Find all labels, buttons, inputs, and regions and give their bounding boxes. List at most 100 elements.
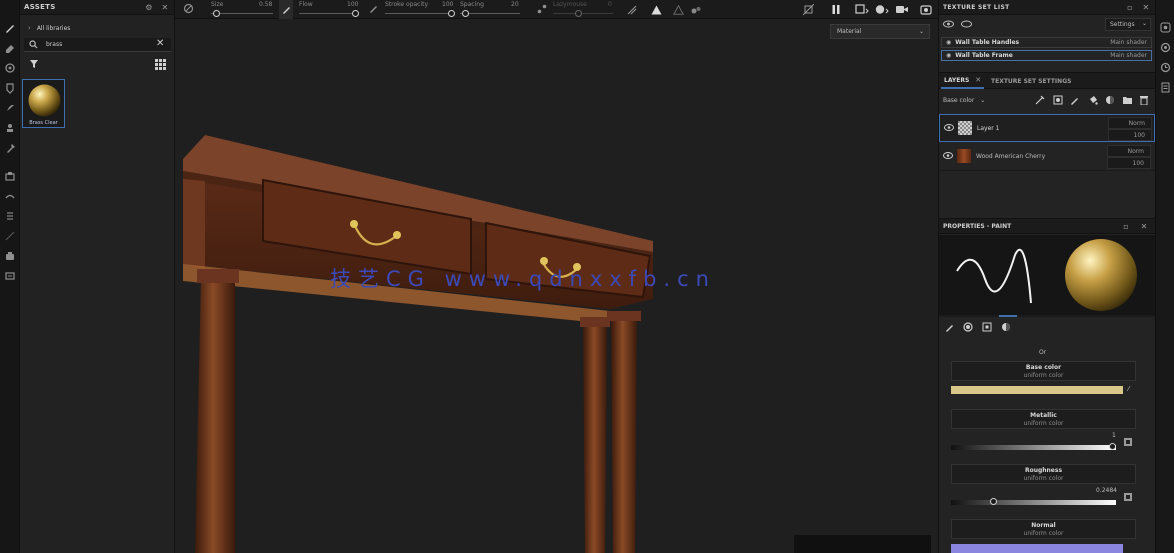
asset-thumbnail[interactable]: Brass Clear: [22, 79, 65, 128]
close-icon[interactable]: ✕: [1139, 221, 1149, 231]
breadcrumb[interactable]: › All libraries: [28, 24, 70, 32]
lazymouse-icon[interactable]: [537, 4, 547, 14]
alpha-tab-icon[interactable]: [963, 322, 973, 332]
flow-slider-track[interactable]: [299, 13, 359, 14]
clear-search-icon[interactable]: ✕: [156, 38, 164, 49]
add-paint-layer-icon[interactable]: [1070, 95, 1080, 105]
layer-opacity[interactable]: 100: [1107, 157, 1151, 169]
smudge-icon[interactable]: [2, 100, 18, 116]
texture-set-shader: Main shader: [1110, 39, 1147, 46]
panel-menu-icon[interactable]: ⚙: [144, 2, 154, 12]
history-dock-icon[interactable]: [1160, 62, 1171, 73]
roughness-slider[interactable]: [951, 500, 1116, 505]
properties-header: PROPERTIES - PAINT ▫ ✕: [939, 218, 1155, 234]
symmetry-icon[interactable]: [627, 5, 637, 15]
measure-icon[interactable]: [2, 228, 18, 244]
polygon-fill-icon[interactable]: [2, 168, 18, 184]
eye-outline-icon[interactable]: [961, 20, 972, 28]
search-input[interactable]: brass: [46, 41, 62, 48]
tab-texture-set-settings[interactable]: TEXTURE SET SETTINGS: [991, 73, 1071, 89]
video-camera-icon[interactable]: [895, 4, 909, 15]
add-effect-icon[interactable]: [1035, 95, 1045, 105]
display-mode-dropdown[interactable]: Material ⌄: [830, 24, 930, 39]
eyedropper-icon[interactable]: ⁄: [1128, 385, 1129, 393]
stroke-opacity-slider-track[interactable]: [385, 13, 455, 14]
dissolve-icon[interactable]: [691, 5, 702, 15]
grid-view-icon[interactable]: [155, 59, 166, 70]
texture-set-shader: Main shader: [1110, 52, 1147, 59]
param-source[interactable]: uniform color: [952, 530, 1135, 538]
log-dock-icon[interactable]: [1160, 82, 1171, 93]
bake-icon[interactable]: [2, 188, 18, 204]
add-mask-icon[interactable]: [1053, 95, 1063, 105]
pause-icon[interactable]: [831, 4, 841, 15]
maximize-icon[interactable]: ▫: [1125, 2, 1135, 12]
tab-layers[interactable]: LAYERS ✕: [941, 73, 985, 89]
flow-slider-handle[interactable]: [352, 10, 359, 17]
warning-triangle-icon[interactable]: [651, 5, 662, 15]
size-slider-handle[interactable]: [213, 10, 220, 17]
material-ball-icon[interactable]: [875, 4, 889, 15]
layer-row[interactable]: Wood American Cherry Norm 100: [939, 143, 1155, 171]
stroke-pen-icon[interactable]: [369, 4, 378, 13]
texture-set-dock-icon[interactable]: [1160, 22, 1171, 33]
layer-visibility-icon[interactable]: [944, 124, 954, 131]
layers-stack-icon[interactable]: [2, 208, 18, 224]
material-tab-icon[interactable]: [1001, 322, 1011, 332]
color-picker-icon[interactable]: [2, 140, 18, 156]
random-seed-icon[interactable]: [1123, 437, 1133, 447]
close-icon[interactable]: ✕: [160, 2, 170, 12]
camera-reset-icon[interactable]: [803, 4, 814, 15]
layer-visibility-icon[interactable]: [943, 152, 953, 159]
metallic-slider[interactable]: [951, 445, 1116, 450]
layer-blend-mode[interactable]: Norm: [1107, 145, 1151, 157]
settings-dropdown[interactable]: Settings ⌄: [1105, 18, 1151, 31]
param-source[interactable]: uniform color: [952, 372, 1135, 380]
spacing-slider-track[interactable]: [460, 13, 520, 14]
layer-row-selected[interactable]: Layer 1 Norm 100: [939, 114, 1155, 142]
layer-opacity[interactable]: 100: [1108, 129, 1152, 141]
add-smart-material-icon[interactable]: [1105, 95, 1115, 105]
param-source[interactable]: uniform color: [952, 420, 1135, 428]
layer-blend-mode[interactable]: Norm: [1108, 117, 1152, 129]
add-fill-layer-icon[interactable]: [1088, 95, 1098, 105]
stencil-tab-icon[interactable]: [982, 322, 992, 332]
normal-color-swatch[interactable]: [951, 544, 1123, 553]
paint-brush-icon[interactable]: [2, 20, 18, 36]
3d-viewport[interactable]: Material ⌄ 技艺CG www.qdnxxfb.cn: [175, 19, 938, 553]
visibility-eye-icon[interactable]: [943, 20, 954, 28]
close-tab-icon[interactable]: ✕: [975, 76, 981, 84]
stroke-opacity-slider-handle[interactable]: [448, 10, 455, 17]
export-icon[interactable]: [2, 268, 18, 284]
base-color-swatch[interactable]: [951, 386, 1123, 394]
eraser-icon[interactable]: [2, 40, 18, 56]
brush-settings-icon[interactable]: [183, 3, 194, 14]
add-folder-icon[interactable]: [1122, 95, 1133, 105]
lazymouse-slider-handle[interactable]: [575, 10, 582, 17]
screenshot-icon[interactable]: [920, 4, 932, 15]
camera-icon[interactable]: [2, 248, 18, 264]
spacing-slider-handle[interactable]: [462, 10, 469, 17]
search-field[interactable]: brass ✕: [24, 38, 171, 52]
metallic-slider-handle[interactable]: [1109, 443, 1116, 450]
blend-mode-value: Norm: [1128, 119, 1145, 127]
texture-set-row[interactable]: ◉ Wall Table Handles Main shader: [941, 37, 1152, 48]
geometry-mask-icon[interactable]: [2, 80, 18, 96]
flow-pen-icon[interactable]: [279, 0, 293, 19]
alert-outline-icon[interactable]: [673, 5, 684, 15]
settings-dock-icon[interactable]: [1160, 42, 1171, 53]
size-slider-track[interactable]: [211, 13, 273, 14]
delete-layer-icon[interactable]: [1139, 95, 1149, 105]
render-view-icon[interactable]: [855, 4, 869, 15]
close-icon[interactable]: ✕: [1141, 2, 1151, 12]
filter-icon[interactable]: [29, 59, 39, 69]
texture-set-row[interactable]: ◉ Wall Table Frame Main shader: [941, 50, 1152, 61]
projection-icon[interactable]: [2, 60, 18, 76]
maximize-icon[interactable]: ▫: [1121, 221, 1131, 231]
lazymouse-slider-track[interactable]: [553, 13, 613, 14]
random-seed-icon[interactable]: [1123, 492, 1133, 502]
channel-dropdown[interactable]: Base color ⌄: [943, 94, 993, 106]
brush-tab-icon[interactable]: [945, 322, 955, 332]
clone-stamp-icon[interactable]: [2, 120, 18, 136]
param-source[interactable]: uniform color: [952, 475, 1135, 483]
